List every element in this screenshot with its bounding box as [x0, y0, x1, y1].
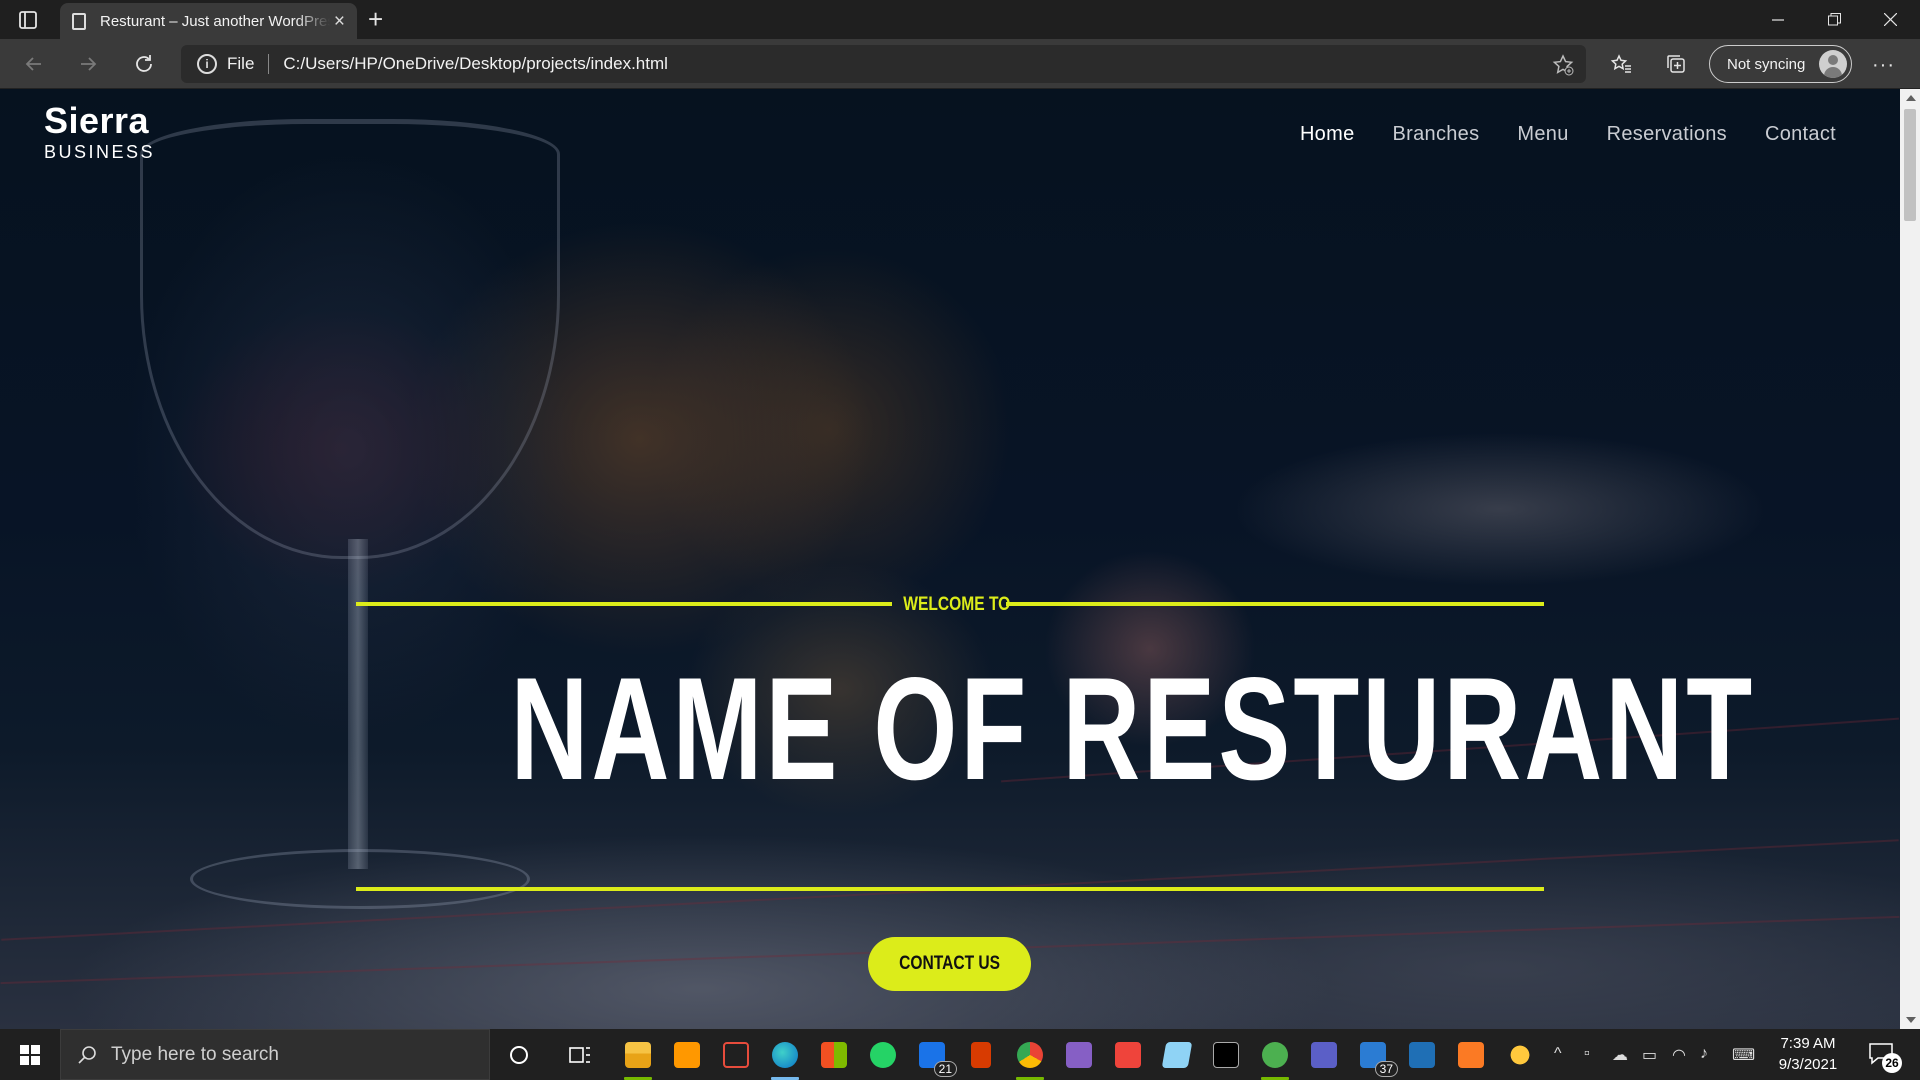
utorrent-icon[interactable]: [1259, 1039, 1291, 1080]
notifications-icon[interactable]: 26: [1868, 1041, 1902, 1073]
wine-glass-illustration: [140, 119, 560, 559]
logo-name: Sierra: [44, 100, 150, 141]
collections-icon[interactable]: [1662, 50, 1690, 78]
taskbar-search-box[interactable]: Type here to search: [60, 1029, 490, 1080]
nav-reservations[interactable]: Reservations: [1607, 123, 1727, 146]
snip-sketch-icon[interactable]: [720, 1039, 752, 1071]
close-tab-icon[interactable]: ×: [334, 12, 345, 31]
address-divider: [268, 54, 270, 74]
tab-title: Resturant – Just another WordPress site: [100, 12, 330, 30]
windows-taskbar: Type here to search 21 37 ^ ▫ ☁ ▭ ◠ ♪ ⌨ …: [0, 1029, 1920, 1080]
weather-icon[interactable]: [1504, 1039, 1536, 1071]
search-placeholder: Type here to search: [111, 1043, 279, 1065]
refresh-icon[interactable]: [130, 50, 158, 78]
address-scheme: File: [227, 54, 255, 73]
xampp-icon[interactable]: [1455, 1039, 1487, 1071]
teams-icon[interactable]: [1308, 1039, 1340, 1071]
nav-home[interactable]: Home: [1300, 123, 1355, 146]
profile-status-label: Not syncing: [1727, 55, 1806, 73]
scroll-up-arrow-icon[interactable]: [1906, 95, 1916, 101]
chevron-up-icon[interactable]: ^: [1554, 1045, 1562, 1063]
doc-badge: 37: [1374, 1061, 1398, 1077]
mail-icon[interactable]: 21: [916, 1039, 957, 1077]
contact-us-button[interactable]: CONTACT US: [868, 937, 1031, 991]
battery-icon[interactable]: ▭: [1642, 1045, 1657, 1065]
site-logo[interactable]: Sierra BUSINESS: [44, 100, 156, 163]
notifications-badge: 26: [1882, 1053, 1902, 1073]
volume-icon[interactable]: ♪: [1700, 1045, 1708, 1063]
word-doc-icon[interactable]: 37: [1357, 1039, 1398, 1077]
site-navigation: Home Branches Menu Reservations Contact: [1300, 123, 1836, 146]
page-viewport: Sierra BUSINESS Home Branches Menu Reser…: [0, 89, 1900, 1029]
office-icon[interactable]: [965, 1039, 997, 1071]
nav-menu[interactable]: Menu: [1517, 123, 1568, 146]
address-url[interactable]: C:/Users/HP/OneDrive/Desktop/projects/in…: [283, 54, 668, 74]
wifi-icon[interactable]: ◠: [1672, 1045, 1686, 1065]
tab-actions-icon[interactable]: [16, 8, 40, 32]
clock-date: 9/3/2021: [1778, 1056, 1838, 1073]
close-window-button[interactable]: [1862, 0, 1918, 39]
devexpress-icon[interactable]: [1406, 1039, 1438, 1071]
visual-studio-icon[interactable]: [1063, 1039, 1095, 1071]
add-favorite-icon[interactable]: [1552, 54, 1574, 76]
divider-left: [356, 602, 892, 606]
divider-bottom: [356, 887, 1544, 891]
task-view-icon[interactable]: [564, 1039, 596, 1071]
cortana-icon[interactable]: [503, 1039, 535, 1071]
microsoft-store-icon[interactable]: [818, 1039, 850, 1071]
windows-start-icon[interactable]: [10, 1041, 50, 1069]
new-tab-button[interactable]: +: [368, 6, 383, 32]
scroll-thumb[interactable]: [1904, 109, 1916, 221]
logo-tagline: BUSINESS: [44, 142, 156, 162]
more-options-icon[interactable]: ···: [1872, 55, 1895, 75]
restore-button[interactable]: [1806, 0, 1862, 39]
hero-kicker: WELCOME TO: [903, 594, 1011, 615]
mail-badge: 21: [933, 1061, 957, 1077]
keyboard-icon[interactable]: ⌨: [1732, 1045, 1755, 1065]
profile-button[interactable]: Not syncing: [1709, 45, 1852, 83]
file-explorer-icon[interactable]: [622, 1039, 654, 1080]
contact-us-label: CONTACT US: [899, 953, 1000, 974]
wine-glass-stem: [348, 539, 368, 869]
notepad-icon[interactable]: [1161, 1039, 1193, 1071]
browser-toolbar: i File C:/Users/HP/OneDrive/Desktop/proj…: [0, 39, 1920, 89]
address-bar[interactable]: i File C:/Users/HP/OneDrive/Desktop/proj…: [181, 45, 1586, 83]
browser-title-bar: Resturant – Just another WordPress site …: [0, 0, 1920, 39]
back-arrow-icon[interactable]: [20, 50, 48, 78]
divider-right: [1006, 602, 1544, 606]
browser-tab[interactable]: Resturant – Just another WordPress site …: [60, 3, 357, 39]
chrome-icon[interactable]: [1014, 1039, 1046, 1080]
sublime-text-icon[interactable]: [671, 1039, 703, 1071]
hero-title: NAME OF RESTURANT: [510, 647, 1756, 810]
nav-contact[interactable]: Contact: [1765, 123, 1836, 146]
anydesk-icon[interactable]: [1112, 1039, 1144, 1071]
favorites-icon[interactable]: [1607, 50, 1635, 78]
site-info-icon[interactable]: i: [197, 54, 217, 74]
clock-time: 7:39 AM: [1780, 1035, 1836, 1052]
edge-browser-icon[interactable]: [769, 1039, 801, 1080]
page-icon: [72, 12, 86, 30]
terminal-icon[interactable]: [1210, 1039, 1242, 1071]
forward-arrow-icon[interactable]: [74, 50, 102, 78]
wine-glass-base: [190, 849, 530, 909]
search-icon: [78, 1045, 96, 1064]
page-scrollbar[interactable]: [1900, 89, 1920, 1029]
scroll-down-arrow-icon[interactable]: [1906, 1017, 1916, 1023]
onedrive-icon[interactable]: ☁: [1612, 1045, 1628, 1065]
nav-branches[interactable]: Branches: [1393, 123, 1480, 146]
minimize-button[interactable]: [1750, 0, 1806, 39]
avatar: [1819, 50, 1847, 78]
whatsapp-icon[interactable]: [867, 1039, 899, 1071]
device-icon[interactable]: ▫: [1584, 1045, 1590, 1063]
taskbar-clock[interactable]: 7:39 AM 9/3/2021: [1768, 1033, 1848, 1075]
